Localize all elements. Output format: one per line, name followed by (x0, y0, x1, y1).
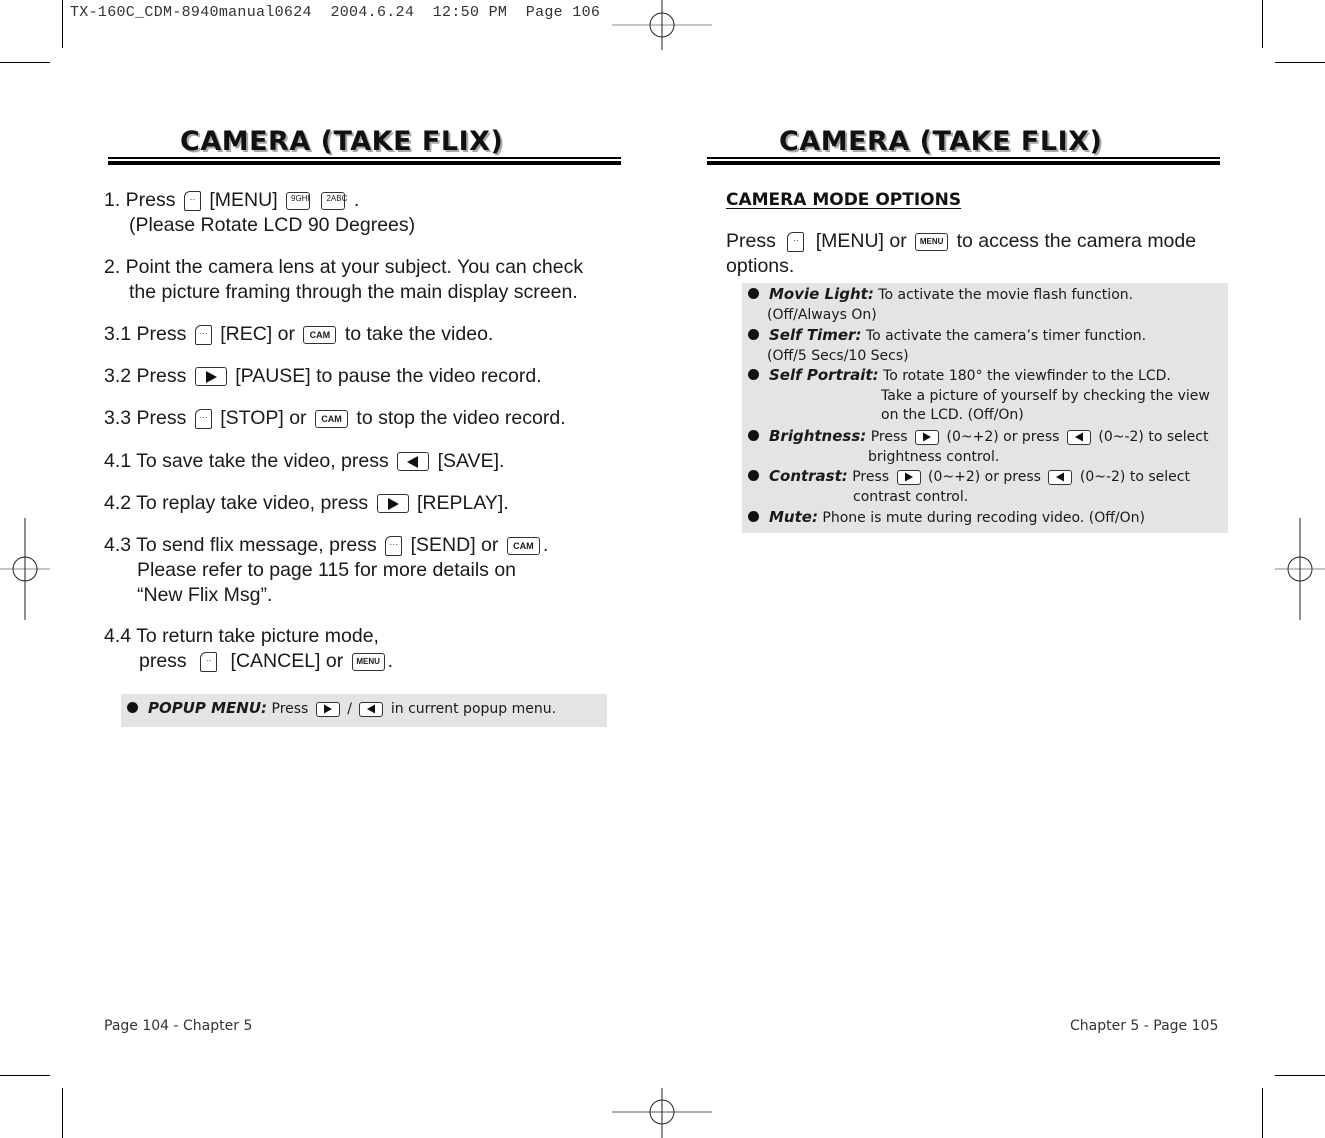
option-movie-light-values: (Off/Always On) (767, 307, 877, 323)
bullet-icon (748, 470, 759, 481)
nav-right-icon (376, 494, 409, 514)
option-movie-light: Movie Light: To activate the movie flash… (748, 284, 1133, 305)
option-contrast: Contrast: Press (0~+2) or press (0~-2) t… (748, 466, 1190, 487)
title-rule (707, 161, 1220, 165)
title-rule (108, 157, 621, 159)
step-1-note: (Please Rotate LCD 90 Degrees) (129, 214, 416, 236)
step-3-3: 3.3 Press [STOP] or CAM to stop the vide… (104, 406, 566, 431)
crop-mark (1262, 1088, 1263, 1138)
step-4-3-line3: “New Flix Msg”. (137, 584, 273, 606)
nav-right-icon (896, 469, 921, 485)
step-1: 1. Press [MENU] 9GHI 2ABC . (104, 188, 359, 213)
crop-mark (1275, 62, 1325, 63)
option-brightness-line2: brightness control. (868, 449, 1000, 465)
registration-mark-icon (1275, 518, 1325, 620)
bullet-icon (127, 702, 138, 713)
option-contrast-line2: contrast control. (853, 489, 969, 505)
crop-mark (1275, 1075, 1325, 1076)
key-2-icon: 2ABC (321, 191, 347, 210)
nav-right-icon (194, 367, 227, 387)
popup-menu-note-text: POPUP MENU: Press / in current popup men… (127, 698, 556, 719)
option-self-timer: Self Timer: To activate the camera’s tim… (748, 325, 1146, 346)
step-4-1: 4.1 To save take the video, press [SAVE]… (104, 450, 505, 472)
right-softkey-icon (385, 535, 403, 556)
registration-mark-icon (612, 1088, 712, 1138)
step-3-2: 3.2 Press [PAUSE] to pause the video rec… (104, 365, 542, 387)
menu-key-icon: MENU (915, 232, 949, 251)
bullet-icon (748, 511, 759, 522)
cam-key-icon: CAM (314, 409, 348, 428)
title-rule (707, 157, 1220, 159)
nav-left-icon (1066, 429, 1091, 445)
intro-text: Press [MENU] or MENU to access the camer… (726, 229, 1196, 254)
option-brightness: Brightness: Press (0~+2) or press (0~-2)… (748, 426, 1208, 447)
menu-key-icon: MENU (351, 652, 385, 671)
bullet-icon (748, 369, 759, 380)
nav-right-icon (915, 429, 940, 445)
page-title: CAMERA (TAKE FLIX) (779, 126, 1103, 157)
nav-left-icon (359, 701, 384, 717)
left-softkey-icon (200, 651, 218, 672)
page-footer: Page 104 - Chapter 5 (104, 1018, 253, 1034)
step-4-3: 4.3 To send flix message, press [SEND] o… (104, 533, 548, 558)
crop-mark (0, 1075, 50, 1076)
crop-mark (1262, 0, 1263, 48)
bullet-icon (748, 430, 759, 441)
page-footer: Chapter 5 - Page 105 (1070, 1018, 1219, 1034)
left-softkey-icon (183, 190, 201, 211)
section-heading: CAMERA MODE OPTIONS (726, 190, 962, 210)
cam-key-icon: CAM (303, 325, 337, 344)
nav-right-icon (315, 701, 340, 717)
step-4-2: 4.2 To replay take video, press [REPLAY]… (104, 492, 509, 514)
crop-mark (0, 62, 50, 63)
option-self-portrait-line3: on the LCD. (Off/On) (881, 407, 1024, 423)
page-title: CAMERA (TAKE FLIX) (180, 126, 504, 157)
option-self-timer-values: (Off/5 Secs/10 Secs) (767, 348, 909, 364)
print-header: TX-160C_CDM-8940manual0624 2004.6.24 12:… (70, 4, 601, 21)
title-rule (108, 161, 621, 165)
registration-mark-icon (612, 0, 712, 50)
option-self-portrait-line2: Take a picture of yourself by checking t… (881, 388, 1210, 404)
step-3-1: 3.1 Press [REC] or CAM to take the video… (104, 322, 493, 347)
left-softkey-icon (787, 231, 805, 252)
option-mute: Mute: Phone is mute during recoding vide… (748, 507, 1145, 528)
right-softkey-icon (194, 408, 212, 429)
bullet-icon (748, 329, 759, 340)
step-4-4-line2: press [CANCEL] or MENU. (139, 649, 393, 674)
option-self-portrait: Self Portrait: To rotate 180° the viewfi… (748, 365, 1171, 386)
key-9-icon: 9GHI (286, 191, 311, 210)
step-4-3-line2: Please refer to page 115 for more detail… (137, 559, 517, 581)
bullet-icon (748, 288, 759, 299)
intro-text-line2: options. (726, 255, 795, 277)
crop-mark (62, 1088, 63, 1138)
crop-mark (62, 0, 63, 48)
registration-mark-icon (0, 518, 50, 620)
cam-key-icon: CAM (506, 536, 540, 555)
step-4-4: 4.4 To return take picture mode, (104, 625, 379, 647)
nav-left-icon (397, 452, 430, 472)
nav-left-icon (1048, 469, 1073, 485)
step-2: 2. Point the camera lens at your subject… (104, 256, 584, 278)
step-2-line2: the picture framing through the main dis… (129, 281, 578, 303)
right-softkey-icon (194, 324, 212, 345)
